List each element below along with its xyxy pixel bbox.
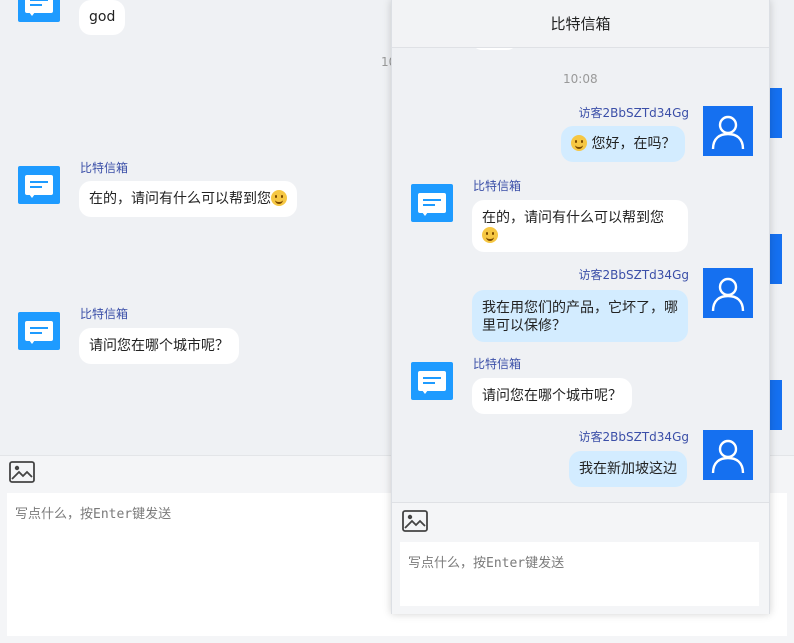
bot-message-bubble: 请问您在哪个城市呢？ bbox=[472, 378, 632, 414]
bot-sender-name: 比特信箱 bbox=[473, 179, 522, 193]
user-avatar-icon bbox=[703, 106, 753, 156]
smiley-emoji-icon bbox=[571, 135, 587, 151]
user-avatar-edge bbox=[768, 88, 782, 138]
visitor-sender-name: 访客2BbSZTd34Gg bbox=[578, 430, 689, 444]
image-icon[interactable] bbox=[9, 461, 35, 483]
panel-timestamp: 10:08 bbox=[563, 72, 598, 86]
bg-message-god: god bbox=[79, 0, 126, 35]
bg-sender-name: 比特信箱 bbox=[80, 307, 129, 321]
user-avatar-icon bbox=[703, 430, 753, 480]
bot-avatar-icon bbox=[18, 166, 60, 204]
panel-message-input[interactable] bbox=[400, 542, 759, 606]
bg-sender-name: 比特信箱 bbox=[80, 161, 129, 175]
bot-avatar-icon bbox=[18, 0, 60, 22]
panel-compose-area bbox=[392, 502, 769, 614]
bot-message-bubble: 在的，请问有什么可以帮到您 bbox=[472, 200, 688, 252]
bot-sender-name: 比特信箱 bbox=[473, 357, 522, 371]
bg-message-bubble: 在的，请问有什么可以帮到您 bbox=[79, 181, 297, 217]
visitor-message-bubble: 我在新加坡这边 bbox=[569, 451, 687, 487]
user-avatar-edge bbox=[768, 380, 782, 430]
smiley-emoji-icon bbox=[482, 227, 498, 243]
chat-panel: 比特信箱 比特信箱 10:08 访客2BbSZTd34Gg 您好，在吗？ 比特信… bbox=[391, 0, 770, 614]
user-avatar-icon bbox=[703, 268, 753, 318]
bot-avatar-icon bbox=[411, 184, 453, 222]
smiley-emoji-icon bbox=[271, 190, 287, 206]
bg-message-bubble: 请问您在哪个城市呢？ bbox=[79, 328, 239, 364]
bot-avatar-icon bbox=[18, 312, 60, 350]
visitor-message-text: 您好，在吗？ bbox=[591, 136, 676, 152]
visitor-message-bubble: 我在用您们的产品，它坏了，哪里可以保修？ bbox=[472, 290, 688, 342]
bot-avatar-icon bbox=[411, 362, 453, 400]
visitor-sender-name: 访客2BbSZTd34Gg bbox=[578, 268, 689, 282]
visitor-message-bubble: 您好，在吗？ bbox=[561, 126, 686, 162]
panel-header-cover: 比特信箱 bbox=[392, 0, 769, 48]
bot-message-text: 在的，请问有什么可以帮到您 bbox=[482, 210, 664, 226]
image-icon[interactable] bbox=[402, 510, 428, 532]
visitor-sender-name: 访客2BbSZTd34Gg bbox=[578, 106, 689, 120]
user-avatar-edge bbox=[768, 234, 782, 284]
bg-message-text: 在的，请问有什么可以帮到您 bbox=[89, 191, 271, 207]
